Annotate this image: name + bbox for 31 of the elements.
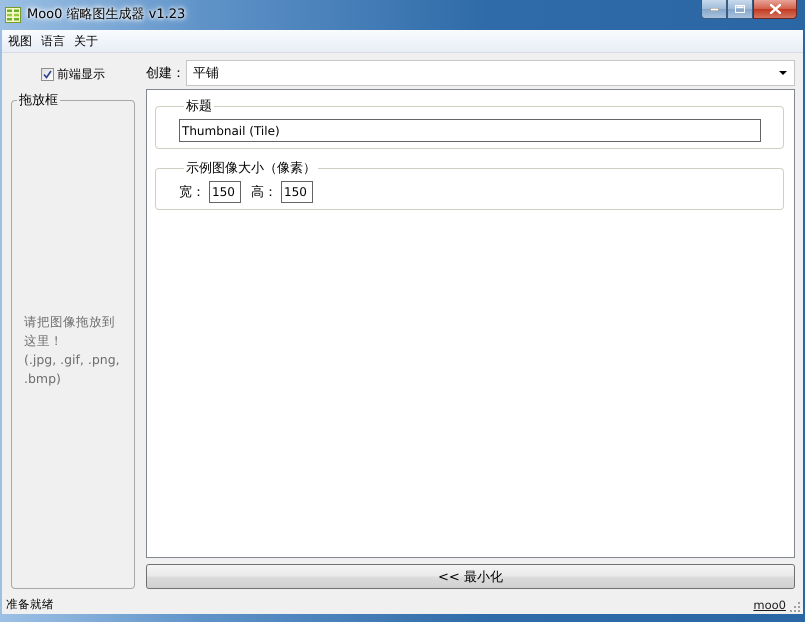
file-types-text: (.jpg, .gif, .png, .bmp) <box>24 351 121 388</box>
close-icon <box>770 4 780 14</box>
title-input[interactable]: Thumbnail (Tile) <box>179 119 761 142</box>
minimize-window-button[interactable] <box>701 0 727 19</box>
resize-grip-icon[interactable] <box>790 602 801 613</box>
height-input[interactable]: 150 <box>281 181 313 203</box>
minimize-button[interactable]: << 最小化 <box>146 564 795 589</box>
caret-icon <box>779 71 787 75</box>
close-button[interactable] <box>753 0 797 19</box>
checkbox[interactable] <box>41 68 54 80</box>
status-text: 准备就绪 <box>6 597 54 612</box>
window-title: Moo0 缩略图生成器 v1.23 <box>27 6 186 23</box>
width-input[interactable]: 150 <box>209 181 241 203</box>
menu-item[interactable]: 语言 <box>37 32 70 50</box>
checkbox-label: 前端显示 <box>57 66 105 82</box>
drop-hint-text: 请把图像拖放到这里！ <box>24 313 116 350</box>
maximize-button[interactable] <box>727 0 753 19</box>
minimize-icon <box>710 8 718 10</box>
maximize-icon <box>735 5 745 13</box>
website-link[interactable]: moo0 <box>753 598 786 612</box>
create-label: 创建： <box>146 65 186 82</box>
group-label: 示例图像大小（像素） <box>185 161 317 176</box>
height-label: 高： <box>251 184 278 201</box>
menu-item[interactable]: 视图 <box>4 32 37 50</box>
group-label: 标题 <box>185 99 213 114</box>
create-dropdown[interactable]: 平铺 <box>186 60 795 86</box>
drop-area[interactable]: 拖放框 请把图像拖放到这里！ (.jpg, .gif, .png, .bmp) <box>11 93 135 589</box>
group-label: 拖放框 <box>18 93 59 108</box>
width-label: 宽： <box>179 184 206 201</box>
table-icon <box>5 7 21 23</box>
menu-item[interactable]: 关于 <box>70 32 103 50</box>
